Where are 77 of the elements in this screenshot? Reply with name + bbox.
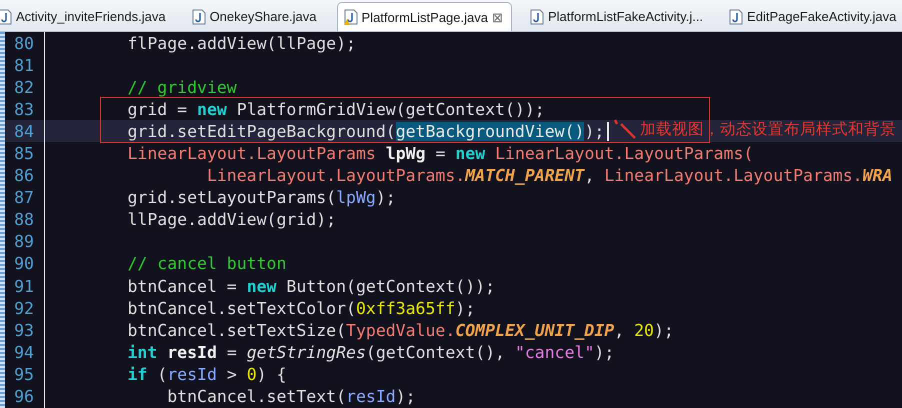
line-number: 86 (13, 166, 34, 186)
keyword-text: int (126, 342, 158, 362)
keyword-text: new (197, 100, 227, 119)
variable-name: resId (166, 342, 217, 362)
line-number: 96 (13, 387, 34, 406)
line-number: 89 (13, 232, 34, 252)
code-text: grid.setEditPageBackground( (126, 122, 396, 141)
code-text: > (226, 364, 238, 384)
constant-name: MATCH_PARENT (465, 166, 584, 186)
variable-name: lpWg (386, 144, 426, 164)
code-text: PlatformGridView(getContext()); (236, 100, 545, 119)
code-text: ); (396, 387, 416, 406)
line-number: 81 (13, 56, 34, 75)
variable-name: lpWg (336, 188, 376, 208)
code-text: btnCancel = (126, 276, 238, 296)
editor-tab[interactable]: PlatformListFakeActivity.j... (524, 2, 712, 31)
number-literal: 0 (246, 364, 257, 384)
comment-text: // cancel button (126, 254, 286, 274)
code-text: btnCancel.setTextSize( (126, 320, 346, 340)
type-name: LinearLayout.LayoutParams. (206, 166, 466, 186)
variable-name: resId (167, 364, 217, 384)
code-text: (getContext(), (366, 342, 506, 362)
line-number: 80 (13, 34, 34, 53)
code-text: ); (594, 342, 614, 362)
keyword-text: new (246, 276, 276, 296)
keyword-text: if (126, 364, 148, 384)
code-text: btnCancel.setText( (166, 387, 346, 406)
annotation-text: 加载视图，动态设置布局样式和背景 (640, 119, 896, 139)
code-text: ) { (256, 364, 286, 384)
code-text: ( (156, 364, 168, 384)
code-text: ); (654, 320, 674, 340)
constant-name: COMPLEX_UNIT_DIP (455, 320, 614, 340)
selected-text: getBackgroundView() (396, 122, 584, 141)
type-name: LinearLayout.LayoutParams. (604, 166, 863, 186)
line-number: 83 (13, 100, 34, 119)
code-text: = (434, 144, 446, 164)
line-number: 85 (13, 144, 34, 164)
code-text: ); (455, 298, 476, 318)
line-number: 92 (13, 298, 34, 318)
code-text: flPage.addView(llPage); (126, 34, 356, 53)
comment-text: // gridview (126, 78, 237, 97)
code-text: = (226, 342, 238, 362)
code-text: ); (376, 188, 396, 208)
annotation-arrow (613, 118, 637, 140)
method-name: getStringRes (246, 342, 366, 362)
number-literal: 0xff3a65ff (356, 298, 456, 318)
number-literal: 20 (634, 320, 654, 340)
close-icon[interactable]: ⊠ (492, 10, 503, 24)
editor-tab[interactable]: OnekeyShare.java (186, 2, 325, 31)
line-number: 91 (13, 276, 34, 296)
code-text: grid.setLayoutParams( (126, 188, 336, 208)
code-text: , (584, 166, 596, 186)
type-name: LinearLayout.LayoutParams (126, 144, 377, 164)
code-text: grid = (126, 100, 188, 119)
code-text: Button(getContext()); (285, 276, 496, 296)
line-number: 94 (13, 342, 34, 362)
type-name: LinearLayout.LayoutParams( (494, 144, 754, 164)
code-text: llPage.addView(grid); (126, 210, 336, 230)
editor-tab[interactable]: Activity_inviteFriends.java (0, 2, 174, 31)
text-cursor (607, 122, 610, 141)
keyword-text: new (455, 144, 486, 164)
line-number: 87 (13, 188, 34, 208)
code-text: , (614, 320, 626, 340)
line-number: 93 (13, 320, 34, 340)
variable-name: resId (346, 387, 396, 406)
editor-tab[interactable]: PlatformListPage.java ⊠ (336, 2, 512, 31)
string-literal: "cancel" (514, 342, 594, 362)
line-number: 82 (13, 78, 34, 97)
line-number: 84 (13, 122, 34, 141)
code-text: btnCancel.setTextColor( (126, 298, 356, 318)
type-name: TypedValue. (346, 320, 456, 340)
line-number: 88 (13, 210, 34, 230)
editor-tab[interactable]: EditPageFakeActivity.java (723, 2, 902, 31)
constant-name: WRA (862, 166, 892, 186)
line-number: 95 (13, 364, 34, 384)
code-text: ); (584, 122, 604, 141)
line-number: 90 (13, 254, 34, 274)
